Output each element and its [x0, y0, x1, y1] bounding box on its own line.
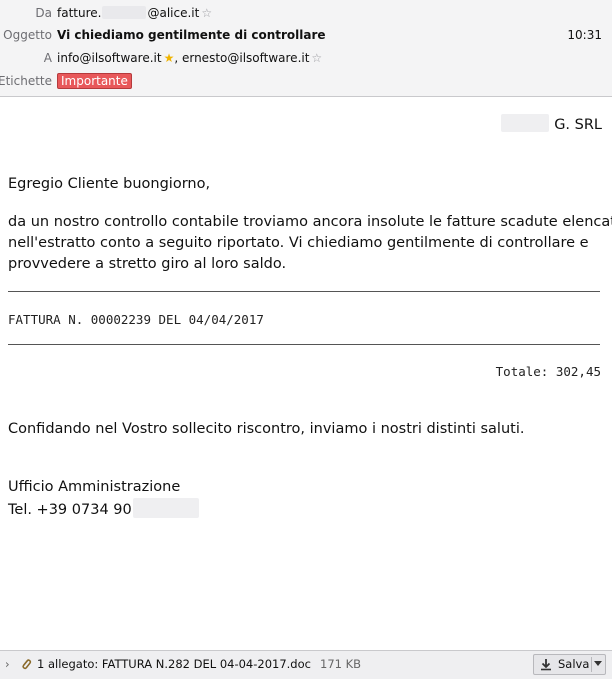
- attachment-size: 171 KB: [320, 657, 362, 671]
- message-time: 10:31: [567, 28, 602, 42]
- star-icon[interactable]: ☆: [201, 6, 212, 20]
- chevron-right-icon[interactable]: ›: [5, 651, 10, 677]
- save-label: Salva: [558, 657, 590, 671]
- from-address-suffix: @alice.it: [147, 6, 200, 20]
- from-label: Da: [35, 6, 52, 20]
- recipient-address-1[interactable]: info@ilsoftware.it: [57, 51, 162, 65]
- office-signature: Ufficio Amministrazione: [8, 479, 181, 495]
- redacted-blur: [132, 498, 199, 518]
- invoice-line: FATTURA N. 00002239 DEL 04/04/2017: [8, 312, 264, 327]
- tags-label: Etichette: [0, 74, 52, 88]
- subject-text: Vi chiediamo gentilmente di controllare: [57, 28, 326, 42]
- attachment-count: 1 allegato:: [37, 657, 99, 671]
- button-divider: [591, 657, 592, 672]
- tags-row: Etichette Importante: [0, 70, 612, 92]
- to-addresses: info@ilsoftware.it ★, ernesto@ilsoftware.…: [57, 47, 322, 69]
- chevron-down-icon[interactable]: [594, 661, 602, 667]
- total-amount: Totale: 302,45: [495, 364, 601, 379]
- paperclip-icon: [22, 659, 32, 670]
- paragraph-line-2: nell'estratto conto a seguito riportato.…: [8, 235, 589, 251]
- to-row: A info@ilsoftware.it ★, ernesto@ilsoftwar…: [0, 47, 612, 69]
- divider: [8, 291, 600, 292]
- from-address[interactable]: fatture. @alice.it ☆: [57, 2, 212, 24]
- attachment-name: FATTURA N.282 DEL 04-04-2017.doc: [101, 657, 311, 671]
- from-address-prefix: fatture.: [57, 6, 102, 20]
- subject-label: Oggetto: [3, 28, 52, 42]
- recipient-address-2[interactable]: ernesto@ilsoftware.it: [182, 51, 309, 65]
- phone-number: Tel. +39 0734 90: [8, 498, 200, 521]
- attachment-link[interactable]: 1 allegato: FATTURA N.282 DEL 04-04-2017…: [37, 651, 311, 677]
- important-tag[interactable]: Importante: [57, 73, 132, 89]
- recipient-separator: ,: [174, 51, 182, 65]
- redacted-blur: [102, 6, 147, 19]
- star-filled-icon[interactable]: ★: [164, 51, 175, 65]
- subject-row: Oggetto Vi chiediamo gentilmente di cont…: [0, 24, 612, 46]
- redacted-blur: [500, 114, 549, 132]
- phone-number-text: Tel. +39 0734 90: [8, 502, 132, 518]
- closing-text: Confidando nel Vostro sollecito riscontr…: [8, 421, 525, 437]
- greeting: Egregio Cliente buongiorno,: [8, 176, 211, 192]
- to-label: A: [43, 51, 52, 65]
- divider: [8, 344, 600, 345]
- attachment-bar: › 1 allegato: FATTURA N.282 DEL 04-04-20…: [0, 650, 612, 679]
- paragraph-line-3: provvedere a stretto giro al loro saldo.: [8, 256, 287, 272]
- download-icon: [541, 659, 551, 671]
- from-row: Da fatture. @alice.it ☆: [0, 2, 612, 24]
- paragraph-line-1: da un nostro controllo contabile troviam…: [8, 214, 612, 230]
- star-icon[interactable]: ☆: [311, 51, 322, 65]
- save-button[interactable]: Salva: [533, 654, 606, 675]
- company-name: G. SRL: [500, 114, 602, 135]
- company-name-text: G. SRL: [554, 117, 602, 133]
- message-header: Da fatture. @alice.it ☆ Oggetto Vi chiedia…: [0, 0, 612, 97]
